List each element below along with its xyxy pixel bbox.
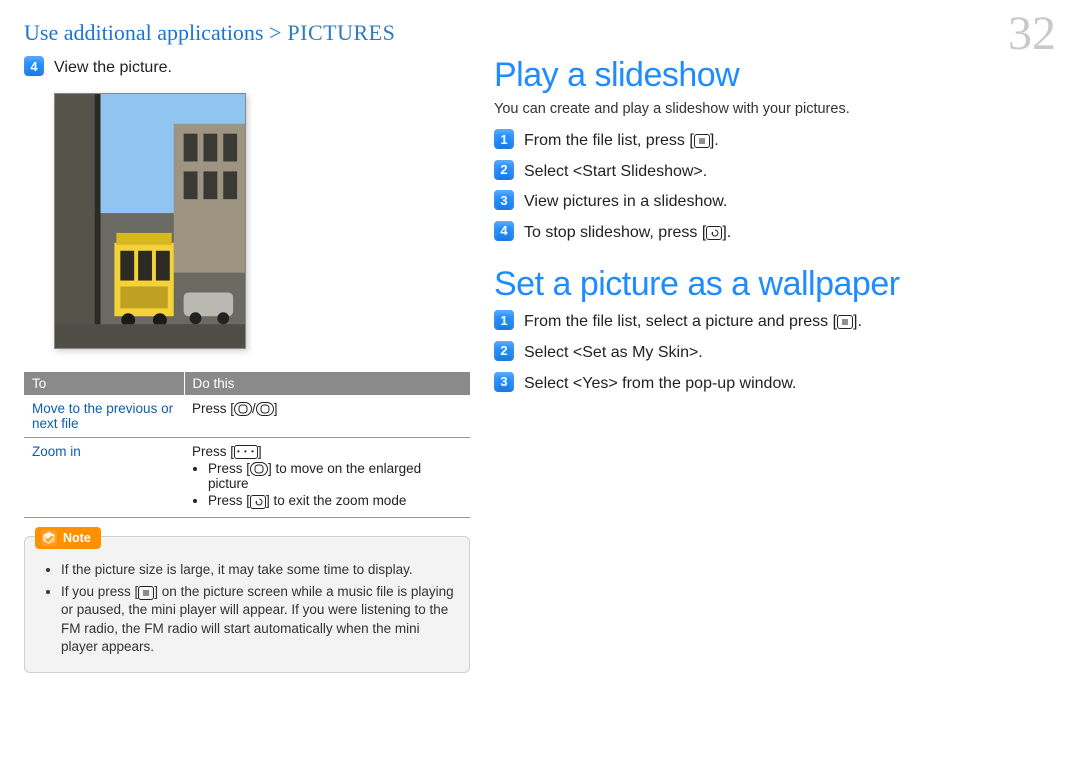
note-label: Note [63,531,91,545]
table-row: Zoom in Press [] Press [] to move on the… [24,437,470,517]
table-head-to: To [24,372,184,395]
dots-key-icon [234,445,258,459]
note-item-2: If you press [] on the picture screen wh… [61,583,455,656]
slideshow-step-3: 3 View pictures in a slideshow. [494,190,994,213]
row2-do: Press [] Press [] to move on the enlarge… [184,437,470,517]
note-cube-icon [41,530,57,546]
section-slideshow-title: Play a slideshow [494,56,994,95]
section-slideshow-lead: You can create and play a slideshow with… [494,101,994,117]
back-key-icon [250,495,266,509]
crumb-root: Use additional applications > [24,20,281,45]
row2-to: Zoom in [24,437,184,517]
menu-key-icon [694,134,710,148]
table-head-do: Do this [184,372,470,395]
wallpaper-step-2: 2 Select <Set as My Skin>. [494,341,994,364]
slideshow-step-4: 4 To stop slideshow, press []. [494,221,994,244]
wallpaper-step-1: 1 From the file list, select a picture a… [494,310,994,333]
step-4-text: View the picture. [54,56,172,79]
nav-key-icon [250,462,268,476]
menu-key-icon [138,586,154,600]
wallpaper-step-3: 3 Select <Yes> from the pop-up window. [494,372,994,395]
row1-do: Press [/] [184,395,470,438]
menu-key-icon [837,315,853,329]
page-number: 32 [1008,6,1056,61]
crumb-current: PICTURES [281,20,395,45]
up-key-icon [234,402,252,416]
slideshow-step-1: 1 From the file list, press []. [494,129,994,152]
back-key-icon [706,226,722,240]
section-wallpaper-title: Set a picture as a wallpaper [494,265,994,304]
sample-picture [54,93,246,349]
breadcrumb: Use additional applications > PICTURES [24,20,1056,46]
left-column: 4 View the picture. [24,56,470,673]
down-key-icon [256,402,274,416]
step-4: 4 View the picture. [24,56,470,79]
step-number-4: 4 [24,56,44,76]
row1-to: Move to the previous or next file [24,395,184,438]
table-row: Move to the previous or next file Press … [24,395,470,438]
note-item-1: If the picture size is large, it may tak… [61,561,455,579]
note-badge: Note [35,527,101,549]
note-box: Note If the picture size is large, it ma… [24,536,470,673]
slideshow-step-2: 2 Select <Start Slideshow>. [494,160,994,183]
right-column: Play a slideshow You can create and play… [494,56,994,673]
controls-table: To Do this Move to the previous or next … [24,372,470,518]
